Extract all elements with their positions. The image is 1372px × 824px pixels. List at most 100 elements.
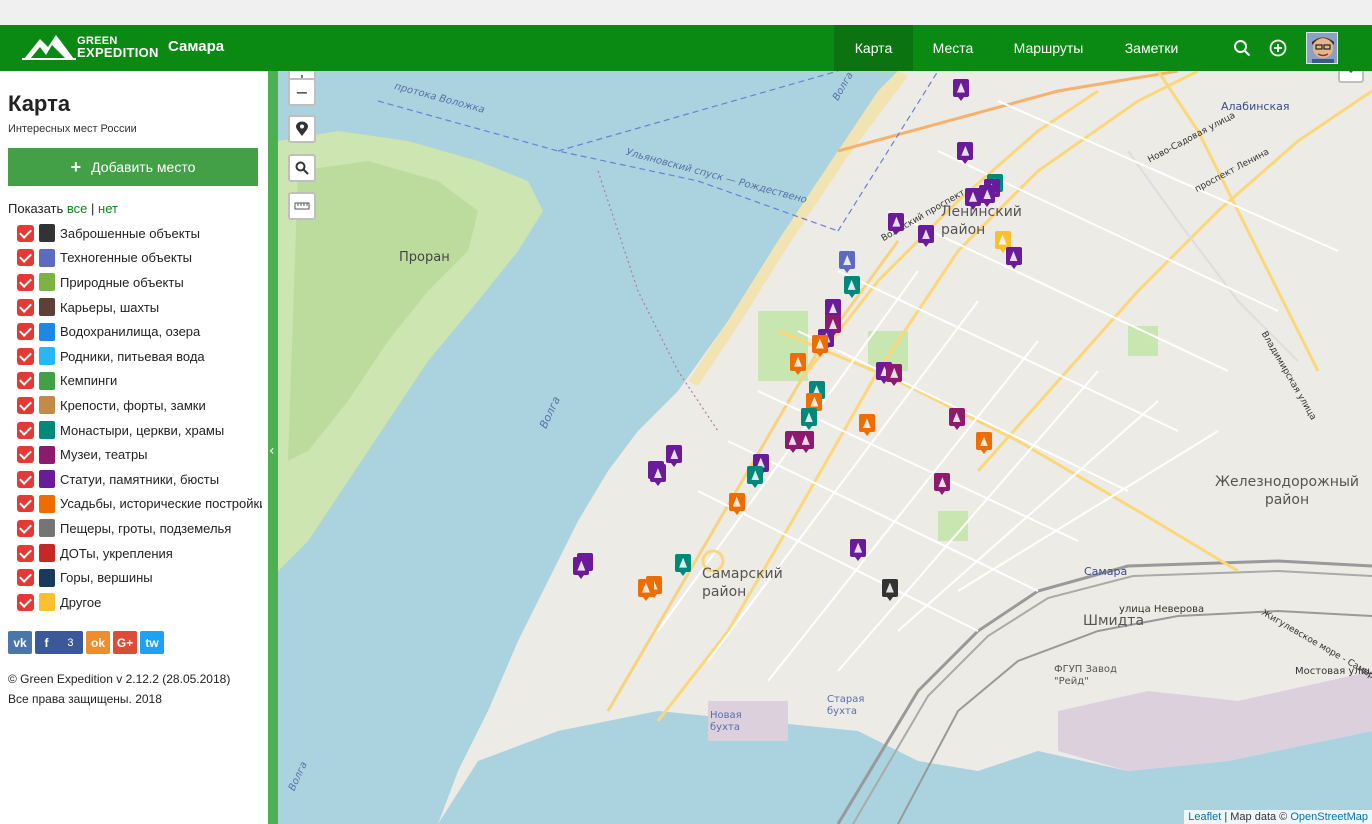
place-marker[interactable]	[886, 363, 903, 386]
category-icon	[39, 544, 55, 563]
label-samara-station: Самара	[1084, 565, 1128, 578]
place-marker[interactable]	[747, 466, 764, 489]
vk-share-button[interactable]: vk	[8, 631, 32, 654]
place-marker[interactable]	[948, 408, 965, 431]
category-checkbox[interactable]	[17, 544, 34, 562]
nav-notes[interactable]: Заметки	[1104, 25, 1199, 71]
marker-glyph-icon	[810, 396, 819, 407]
place-marker[interactable]	[649, 464, 666, 487]
add-circle-icon[interactable]	[1269, 39, 1287, 57]
locate-button[interactable]	[288, 115, 316, 143]
category-checkbox[interactable]	[17, 421, 34, 439]
category-item[interactable]: Музеи, театры	[17, 442, 262, 467]
add-place-button[interactable]: + Добавить место	[8, 148, 258, 186]
nav-routes[interactable]: Маршруты	[993, 25, 1104, 71]
place-marker[interactable]	[979, 185, 996, 208]
place-marker[interactable]	[934, 473, 951, 496]
place-marker[interactable]	[839, 250, 856, 273]
place-marker[interactable]	[637, 578, 654, 601]
place-marker[interactable]	[675, 553, 692, 576]
map-search-button[interactable]	[288, 154, 316, 182]
category-checkbox[interactable]	[17, 470, 34, 488]
category-item[interactable]: Родники, питьевая вода	[17, 344, 262, 369]
brand-logo[interactable]: GREEN EXPEDITION	[22, 33, 158, 63]
map-view[interactable]: Проран протока Воложка Волга Волга Волга…	[278, 71, 1372, 824]
category-checkbox[interactable]	[17, 298, 34, 316]
place-marker[interactable]	[957, 141, 974, 164]
zoom-out-button[interactable]: −	[288, 78, 316, 106]
place-marker[interactable]	[800, 408, 817, 431]
place-marker[interactable]	[666, 445, 683, 468]
category-item[interactable]: Техногенные объекты	[17, 246, 262, 271]
facebook-share-button[interactable]: f3	[35, 631, 83, 654]
user-avatar[interactable]	[1306, 32, 1338, 64]
place-marker[interactable]	[843, 275, 860, 298]
category-checkbox[interactable]	[17, 323, 34, 341]
category-item[interactable]: Другое	[17, 590, 262, 615]
category-checkbox[interactable]	[17, 273, 34, 291]
sidebar-title: Карта	[8, 91, 71, 116]
nav-places[interactable]: Места	[913, 25, 993, 71]
chevron-down-icon	[1348, 71, 1354, 74]
place-marker[interactable]	[917, 225, 934, 248]
chevron-left-icon[interactable]: ‹	[269, 443, 275, 459]
category-item[interactable]: Усадьбы, исторические постройки	[17, 492, 262, 517]
category-item[interactable]: Монастыри, церкви, храмы	[17, 418, 262, 443]
marker-glyph-icon	[829, 318, 837, 329]
category-item[interactable]: Водохранилища, озера	[17, 319, 262, 344]
odnoklassniki-share-button[interactable]: ok	[86, 631, 110, 654]
category-checkbox[interactable]	[17, 519, 34, 537]
category-item[interactable]: Кемпинги	[17, 369, 262, 394]
nav-map[interactable]: Карта	[834, 25, 913, 71]
category-checkbox[interactable]	[17, 372, 34, 390]
search-icon[interactable]	[1233, 39, 1251, 57]
category-checkbox[interactable]	[17, 569, 34, 587]
leaflet-link[interactable]: Leaflet	[1188, 811, 1221, 823]
place-marker[interactable]	[965, 187, 982, 210]
category-icon	[39, 519, 55, 538]
place-marker[interactable]	[858, 414, 875, 437]
place-marker[interactable]	[797, 430, 814, 453]
city-title[interactable]: Самара	[168, 38, 224, 55]
place-marker[interactable]	[952, 78, 969, 101]
place-marker[interactable]	[728, 492, 745, 515]
layers-button[interactable]	[1338, 71, 1364, 83]
category-checkbox[interactable]	[17, 396, 34, 414]
googleplus-share-button[interactable]: G+	[113, 631, 137, 654]
category-item[interactable]: Горы, вершины	[17, 565, 262, 590]
osm-link[interactable]: OpenStreetMap	[1290, 811, 1368, 823]
copyright-block: © Green Expedition v 2.12.2 (28.05.2018)…	[8, 669, 230, 709]
category-item[interactable]: Пещеры, гроты, подземелья	[17, 516, 262, 541]
category-checkbox[interactable]	[17, 224, 34, 242]
category-icon	[39, 593, 55, 612]
marker-glyph-icon	[815, 338, 824, 349]
twitter-share-button[interactable]: tw	[140, 631, 164, 654]
category-item[interactable]: Заброшенные объекты	[17, 221, 262, 246]
place-marker[interactable]	[1005, 247, 1022, 270]
category-checkbox[interactable]	[17, 347, 34, 365]
category-item[interactable]: Карьеры, шахты	[17, 295, 262, 320]
category-checkbox[interactable]	[17, 249, 34, 267]
sidebar-toggle-bar[interactable]: ‹	[268, 71, 278, 824]
place-marker[interactable]	[975, 432, 992, 455]
place-marker[interactable]	[994, 230, 1011, 253]
category-checkbox[interactable]	[17, 446, 34, 464]
place-marker[interactable]	[811, 334, 828, 357]
show-none-link[interactable]: нет	[98, 201, 118, 216]
show-all-link[interactable]: все	[67, 201, 88, 216]
category-label: Техногенные объекты	[60, 250, 193, 266]
category-checkbox[interactable]	[17, 495, 34, 513]
measure-button[interactable]	[288, 192, 316, 220]
category-item[interactable]: Природные объекты	[17, 270, 262, 295]
category-item[interactable]: Крепости, форты, замки	[17, 393, 262, 418]
label-samarsky: Самарский район	[702, 566, 783, 600]
category-item[interactable]: ДОТы, укрепления	[17, 541, 262, 566]
place-marker[interactable]	[573, 556, 590, 579]
place-marker[interactable]	[881, 578, 898, 601]
place-marker[interactable]	[850, 538, 867, 561]
search-icon	[295, 161, 309, 175]
category-item[interactable]: Статуи, памятники, бюсты	[17, 467, 262, 492]
category-checkbox[interactable]	[17, 593, 34, 611]
place-marker[interactable]	[888, 212, 905, 235]
place-marker[interactable]	[789, 352, 806, 375]
